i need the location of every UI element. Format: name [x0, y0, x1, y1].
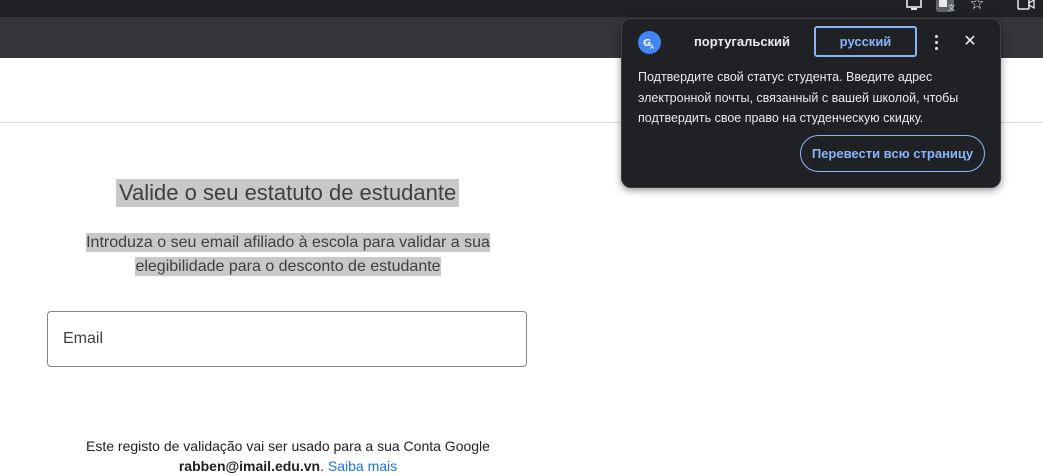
source-language-tab[interactable]: португальский — [670, 26, 814, 57]
browser-toolbar: 文 ☆ — [0, 0, 1043, 17]
star-icon[interactable]: ☆ — [968, 0, 986, 12]
footer-separator: . — [320, 458, 324, 474]
translate-icon[interactable]: 文 — [934, 0, 956, 12]
page-title: Valide o seu estatuto de estudante — [116, 179, 460, 207]
close-icon[interactable]: ✕ — [960, 31, 980, 53]
more-options-icon[interactable] — [928, 31, 944, 53]
video-icon[interactable] — [1016, 0, 1036, 12]
svg-text:文: 文 — [948, 3, 955, 12]
translated-text: Подтвердите свой статус студента. Введит… — [638, 70, 959, 125]
footer-note: Este registo de validação vai ser usado … — [86, 438, 490, 454]
svg-text:A: A — [650, 44, 655, 50]
monitor-icon[interactable] — [905, 0, 923, 12]
subtitle-line-2: elegibilidade para o desconto de estudan… — [135, 257, 441, 276]
footer-account-line: rabben@imail.edu.vn. Saiba mais — [40, 456, 536, 476]
target-language-tab[interactable]: русский — [814, 26, 917, 57]
email-field[interactable] — [47, 311, 527, 367]
page-subtitle: Introduza o seu email afiliado à escola … — [40, 231, 536, 279]
google-translate-icon: GA — [638, 31, 661, 54]
account-email: rabben@imail.edu.vn — [178, 458, 321, 474]
learn-more-link[interactable]: Saiba mais — [328, 458, 397, 474]
translate-page-button[interactable]: Перевести всю страницу — [800, 135, 985, 172]
email-input[interactable] — [63, 330, 511, 348]
translate-popup: GA португальский русский ✕ Подтвердите с… — [621, 18, 1001, 188]
subtitle-line-1: Introduza o seu email afiliado à escola … — [86, 233, 490, 252]
